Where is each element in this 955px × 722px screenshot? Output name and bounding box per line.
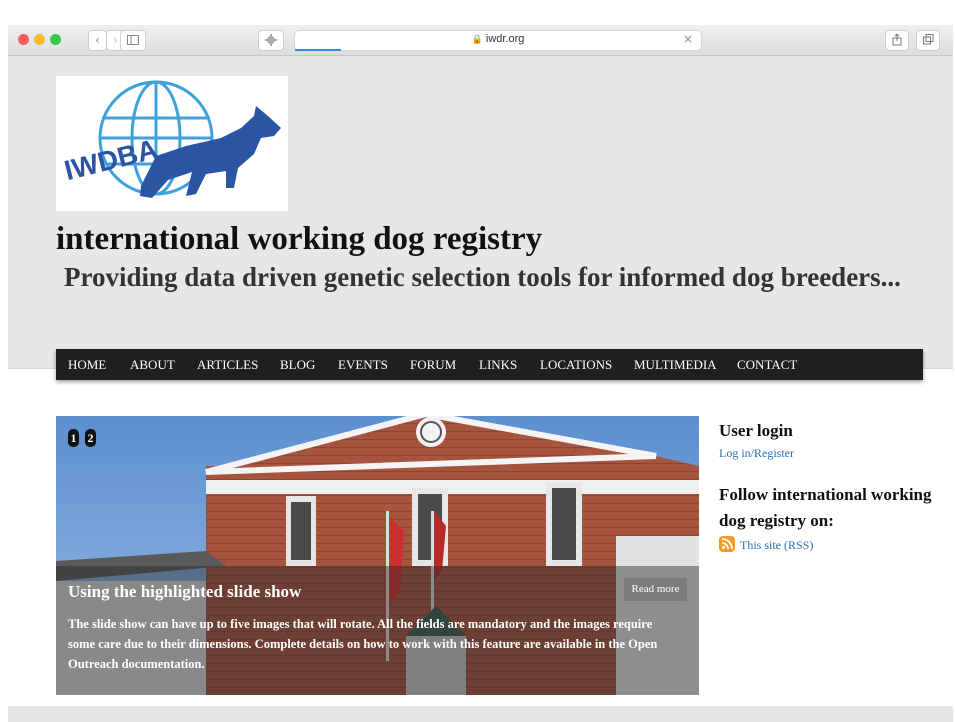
menu-item-links[interactable]: LINKS — [479, 357, 517, 373]
back-button[interactable]: ‹ — [88, 30, 107, 51]
rss-icon[interactable] — [719, 536, 735, 552]
puzzle-icon — [265, 34, 277, 46]
menu-item-about[interactable]: ABOUT — [130, 357, 175, 373]
screenshot-frame: ‹ › 🔒 iwdr.org × IWDBA international wor… — [0, 0, 955, 722]
minimize-window-button[interactable] — [34, 34, 45, 45]
sidebar-icon — [127, 35, 139, 45]
site-slogan: Providing data driven genetic selection … — [64, 262, 901, 292]
chevron-right-icon: › — [113, 33, 118, 47]
page-load-progress — [295, 49, 341, 51]
chevron-left-icon: ‹ — [95, 33, 100, 47]
read-more-button[interactable]: Read more — [624, 578, 687, 601]
slide-pager-1[interactable]: 1 — [68, 429, 79, 447]
slide-title[interactable]: Using the highlighted slide show — [68, 582, 301, 602]
menu-item-blog[interactable]: BLOG — [280, 357, 315, 373]
address-bar[interactable]: 🔒 iwdr.org × — [294, 30, 702, 51]
rss-link[interactable]: This site (RSS) — [740, 538, 813, 553]
slide-pager-2[interactable]: 2 — [85, 429, 96, 447]
menu-item-events[interactable]: EVENTS — [338, 357, 388, 373]
dog-globe-logo-icon: IWDBA — [61, 80, 281, 198]
main-menu: HOME ABOUT ARTICLES BLOG EVENTS FORUM LI… — [56, 349, 923, 380]
url-text: 🔒 iwdr.org — [471, 33, 525, 45]
slide-caption: Using the highlighted slide show Read mo… — [56, 566, 699, 695]
menu-item-contact[interactable]: CONTACT — [737, 357, 797, 373]
share-icon — [892, 33, 902, 46]
menu-item-articles[interactable]: ARTICLES — [197, 357, 258, 373]
browser-toolbar: ‹ › 🔒 iwdr.org × — [8, 25, 953, 56]
site-header: IWDBA international working dog registry… — [8, 56, 953, 369]
user-login-heading: User login — [719, 421, 793, 440]
bottom-strip — [8, 706, 953, 722]
slideshow[interactable]: 1 2 Using the highlighted slide show Rea… — [56, 416, 699, 695]
follow-heading: Follow international working dog registr… — [719, 485, 932, 530]
menu-item-forum[interactable]: FORUM — [410, 357, 456, 373]
tabs-icon — [922, 34, 933, 45]
close-icon[interactable]: × — [683, 32, 693, 46]
share-button[interactable] — [885, 30, 909, 51]
lock-icon: 🔒 — [471, 34, 483, 44]
tabs-button[interactable] — [916, 30, 940, 51]
menu-item-locations[interactable]: LOCATIONS — [540, 357, 612, 373]
site-logo[interactable]: IWDBA — [56, 76, 288, 211]
slide-description: The slide show can have up to five image… — [68, 617, 658, 671]
site-name[interactable]: international working dog registry — [56, 221, 542, 258]
extension-button[interactable] — [258, 30, 284, 51]
rss-glyph — [721, 538, 733, 550]
login-register-link[interactable]: Log in/Register — [719, 446, 794, 461]
web-page: IWDBA international working dog registry… — [8, 56, 953, 706]
menu-item-multimedia[interactable]: MULTIMEDIA — [634, 357, 717, 373]
sidebar-toggle-button[interactable] — [120, 30, 146, 51]
menu-item-home[interactable]: HOME — [68, 357, 106, 373]
zoom-window-button[interactable] — [50, 34, 61, 45]
close-window-button[interactable] — [18, 34, 29, 45]
